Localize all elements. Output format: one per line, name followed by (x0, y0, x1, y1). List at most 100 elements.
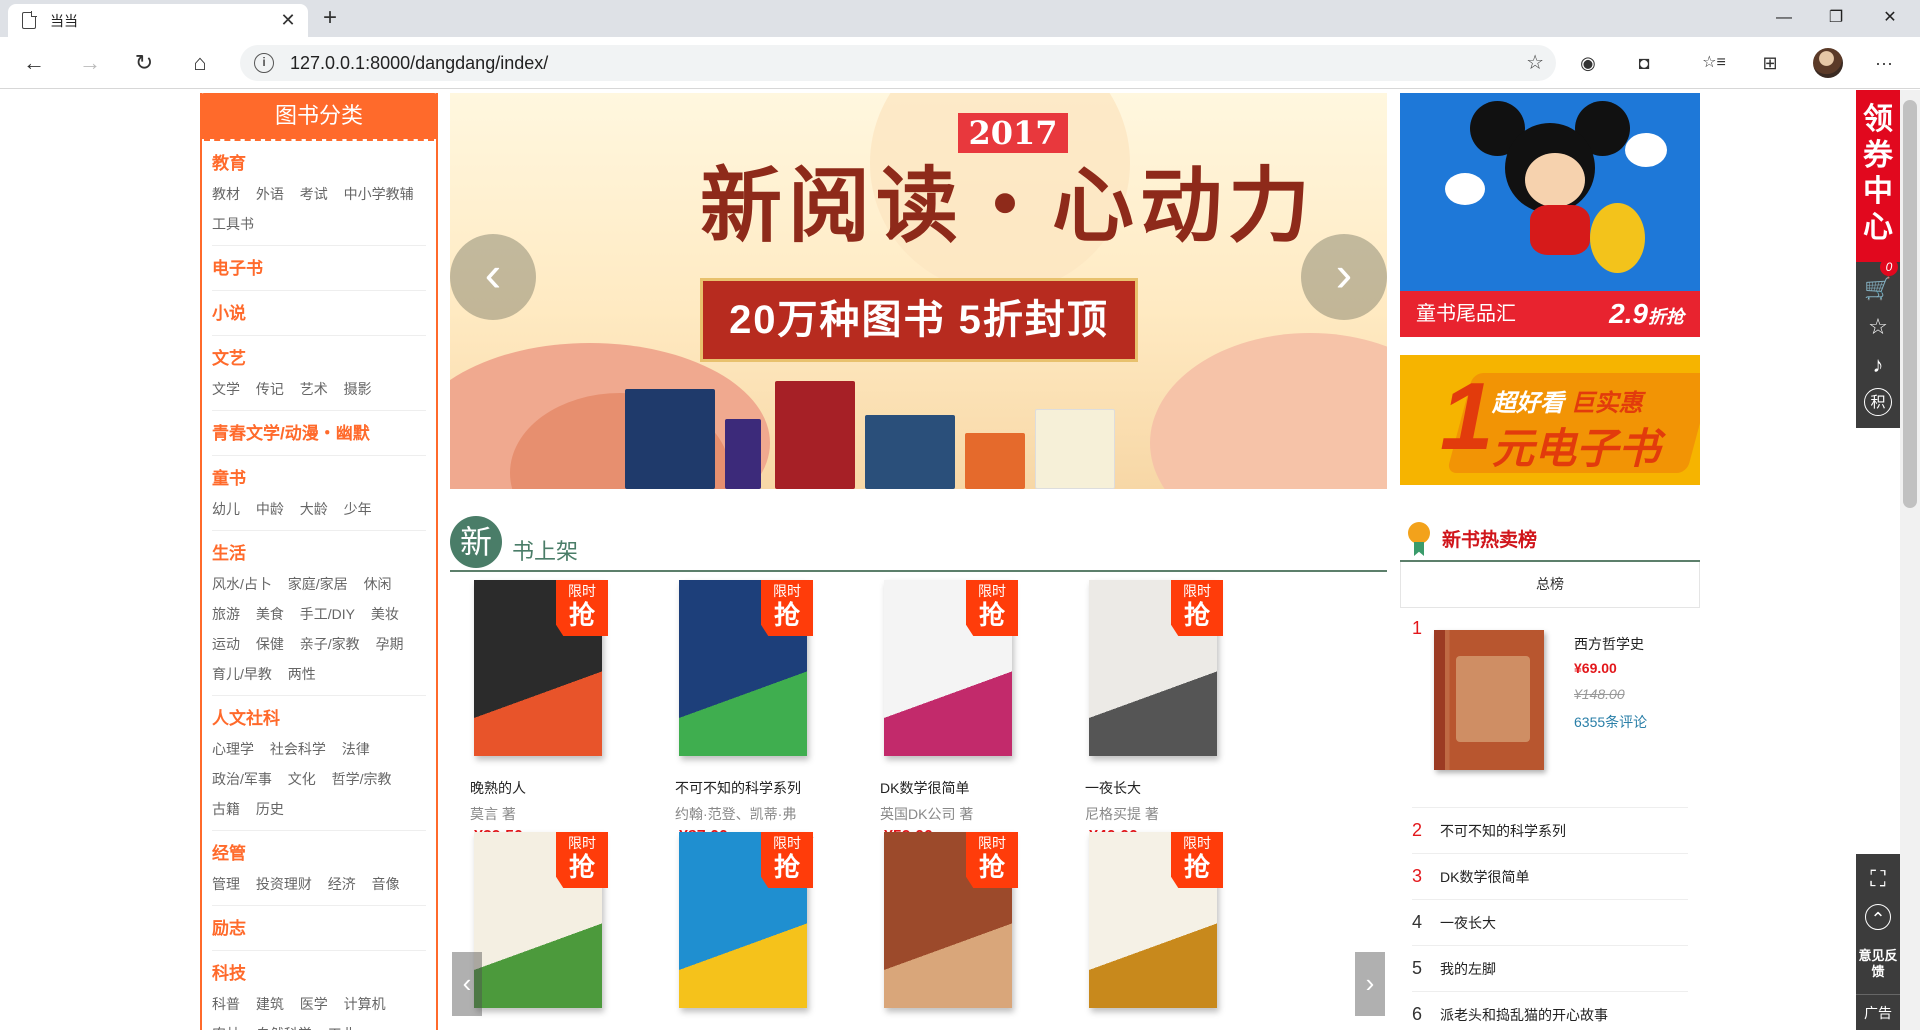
book-title[interactable]: 不可不知的科学系列 (1440, 821, 1566, 841)
more-menu-icon[interactable]: ··· (1868, 47, 1900, 79)
book-comments-link[interactable]: 6355条评论 (1574, 712, 1647, 732)
hot-list-item[interactable]: 6 派老头和捣乱猫的开心故事 (1412, 992, 1688, 1030)
category-name-link[interactable]: 文艺 (212, 344, 426, 374)
tab-overall-ranking[interactable]: 总榜 (1400, 562, 1700, 608)
book-title[interactable]: 晚熟的人 (470, 778, 526, 798)
address-bar[interactable]: i 127.0.0.1:8000/dangdang/index/ ☆ (240, 45, 1556, 81)
subcategory-link[interactable]: 风水/占卜 (212, 576, 272, 592)
ad-label[interactable]: 广告 (1856, 994, 1900, 1030)
new-tab-button[interactable]: + (316, 4, 344, 32)
subcategory-link[interactable]: 家庭/家居 (288, 576, 348, 592)
subcategory-link[interactable]: 亲子/家教 (300, 636, 360, 652)
subcategory-link[interactable]: 传记 (256, 381, 284, 397)
subcategory-link[interactable]: 手工/DIY (300, 606, 355, 622)
browser-tab[interactable]: 当当 ✕ (8, 4, 308, 37)
promo-ebook-banner[interactable]: 1 超好看 巨实惠 元电子书 (1400, 355, 1700, 485)
tab-close-icon[interactable]: ✕ (278, 10, 298, 31)
subcategory-link[interactable]: 摄影 (344, 381, 372, 397)
subcategory-link[interactable]: 工业 (328, 1026, 356, 1030)
subcategory-link[interactable]: 历史 (256, 801, 284, 817)
subcategory-link[interactable]: 心理学 (212, 741, 254, 757)
category-name-link[interactable]: 童书 (212, 464, 426, 494)
forward-button[interactable]: → (74, 47, 106, 79)
hot-list-item[interactable]: 5 我的左脚 (1412, 946, 1688, 992)
subcategory-link[interactable]: 社会科学 (270, 741, 326, 757)
carousel-prev-button[interactable]: ‹ (450, 234, 536, 320)
book-title[interactable]: DK数学很简单 (880, 778, 969, 798)
book-title[interactable]: 西方哲学史 (1574, 634, 1644, 654)
url-text[interactable]: 127.0.0.1:8000/dangdang/index/ (290, 45, 548, 81)
book-title[interactable]: 我的左脚 (1440, 959, 1496, 979)
subcategory-link[interactable]: 法律 (342, 741, 370, 757)
page-scrollbar[interactable] (1900, 90, 1920, 1030)
site-info-icon[interactable]: i (254, 53, 274, 73)
books-prev-button[interactable]: ‹ (452, 952, 482, 1016)
subcategory-link[interactable]: 两性 (288, 666, 316, 682)
points-icon[interactable]: 积 (1864, 388, 1892, 416)
extension-icon[interactable]: ◉ (1572, 47, 1604, 79)
favorite-star-icon[interactable]: ☆ (1526, 45, 1544, 81)
favorites-icon[interactable]: ☆≡ (1698, 47, 1730, 79)
category-name-link[interactable]: 生活 (212, 539, 426, 569)
feedback-button[interactable]: 意见反馈 (1856, 948, 1900, 980)
subcategory-link[interactable]: 保健 (256, 636, 284, 652)
cart-icon[interactable]: 🛒 (1863, 274, 1893, 304)
scan-icon[interactable]: ⛶ (1863, 864, 1893, 894)
footprint-icon[interactable]: ♪ (1863, 350, 1893, 380)
promo-disney-banner[interactable]: 童书尾品汇 2.9折抢 (1400, 93, 1700, 337)
extension-2-icon[interactable]: ◘ (1628, 47, 1660, 79)
subcategory-link[interactable]: 投资理财 (256, 876, 312, 892)
book-title[interactable]: DK数学很简单 (1440, 867, 1529, 887)
book-title[interactable]: 不可不知的科学系列 (675, 778, 801, 798)
subcategory-link[interactable]: 大龄 (300, 501, 328, 517)
subcategory-link[interactable]: 工具书 (212, 216, 254, 232)
subcategory-link[interactable]: 美食 (256, 606, 284, 622)
back-button[interactable]: ← (18, 47, 50, 79)
reload-button[interactable]: ↻ (128, 47, 160, 79)
main-carousel[interactable]: 2017 新阅读・心动力 20万种图书 5折封顶 ‹ › (450, 93, 1387, 489)
coupon-center-button[interactable]: 领券中心 (1856, 90, 1900, 262)
hot-list-item[interactable]: 2 不可不知的科学系列 (1412, 808, 1688, 854)
subcategory-link[interactable]: 哲学/宗教 (332, 771, 392, 787)
category-name-link[interactable]: 科技 (212, 959, 426, 989)
category-name-link[interactable]: 电子书 (212, 254, 426, 284)
book-cover[interactable] (1434, 630, 1544, 770)
category-name-link[interactable]: 励志 (212, 914, 426, 944)
subcategory-link[interactable]: 自然科学 (256, 1026, 312, 1030)
subcategory-link[interactable]: 计算机 (344, 996, 386, 1012)
book-title[interactable]: 一夜长大 (1085, 778, 1141, 798)
subcategory-link[interactable]: 古籍 (212, 801, 240, 817)
subcategory-link[interactable]: 管理 (212, 876, 240, 892)
hot-list-item-top[interactable]: 1 西方哲学史 ¥69.00 ¥148.00 6355条评论 (1412, 608, 1688, 808)
subcategory-link[interactable]: 美妆 (371, 606, 399, 622)
subcategory-link[interactable]: 艺术 (300, 381, 328, 397)
subcategory-link[interactable]: 文学 (212, 381, 240, 397)
subcategory-link[interactable]: 教材 (212, 186, 240, 202)
category-name-link[interactable]: 人文社科 (212, 704, 426, 734)
subcategory-link[interactable]: 音像 (372, 876, 400, 892)
subcategory-link[interactable]: 中龄 (256, 501, 284, 517)
subcategory-link[interactable]: 外语 (256, 186, 284, 202)
subcategory-link[interactable]: 农林 (212, 1026, 240, 1030)
collections-icon[interactable]: ⊞ (1754, 47, 1786, 79)
category-name-link[interactable]: 经管 (212, 839, 426, 869)
subcategory-link[interactable]: 运动 (212, 636, 240, 652)
category-name-link[interactable]: 小说 (212, 299, 426, 329)
profile-avatar[interactable] (1813, 48, 1843, 78)
category-name-link[interactable]: 教育 (212, 149, 426, 179)
book-title[interactable]: 一夜长大 (1440, 913, 1496, 933)
window-close-button[interactable]: ✕ (1862, 0, 1918, 37)
hot-list-item[interactable]: 3 DK数学很简单 (1412, 854, 1688, 900)
subcategory-link[interactable]: 旅游 (212, 606, 240, 622)
minimize-button[interactable]: — (1756, 0, 1812, 37)
restore-button[interactable]: ❐ (1808, 0, 1864, 37)
subcategory-link[interactable]: 科普 (212, 996, 240, 1012)
subcategory-link[interactable]: 考试 (300, 186, 328, 202)
subcategory-link[interactable]: 休闲 (364, 576, 392, 592)
home-button[interactable]: ⌂ (184, 47, 216, 79)
subcategory-link[interactable]: 建筑 (256, 996, 284, 1012)
category-name-link[interactable]: 青春文学/动漫・幽默 (212, 419, 426, 449)
carousel-next-button[interactable]: › (1301, 234, 1387, 320)
subcategory-link[interactable]: 经济 (328, 876, 356, 892)
subcategory-link[interactable]: 幼儿 (212, 501, 240, 517)
